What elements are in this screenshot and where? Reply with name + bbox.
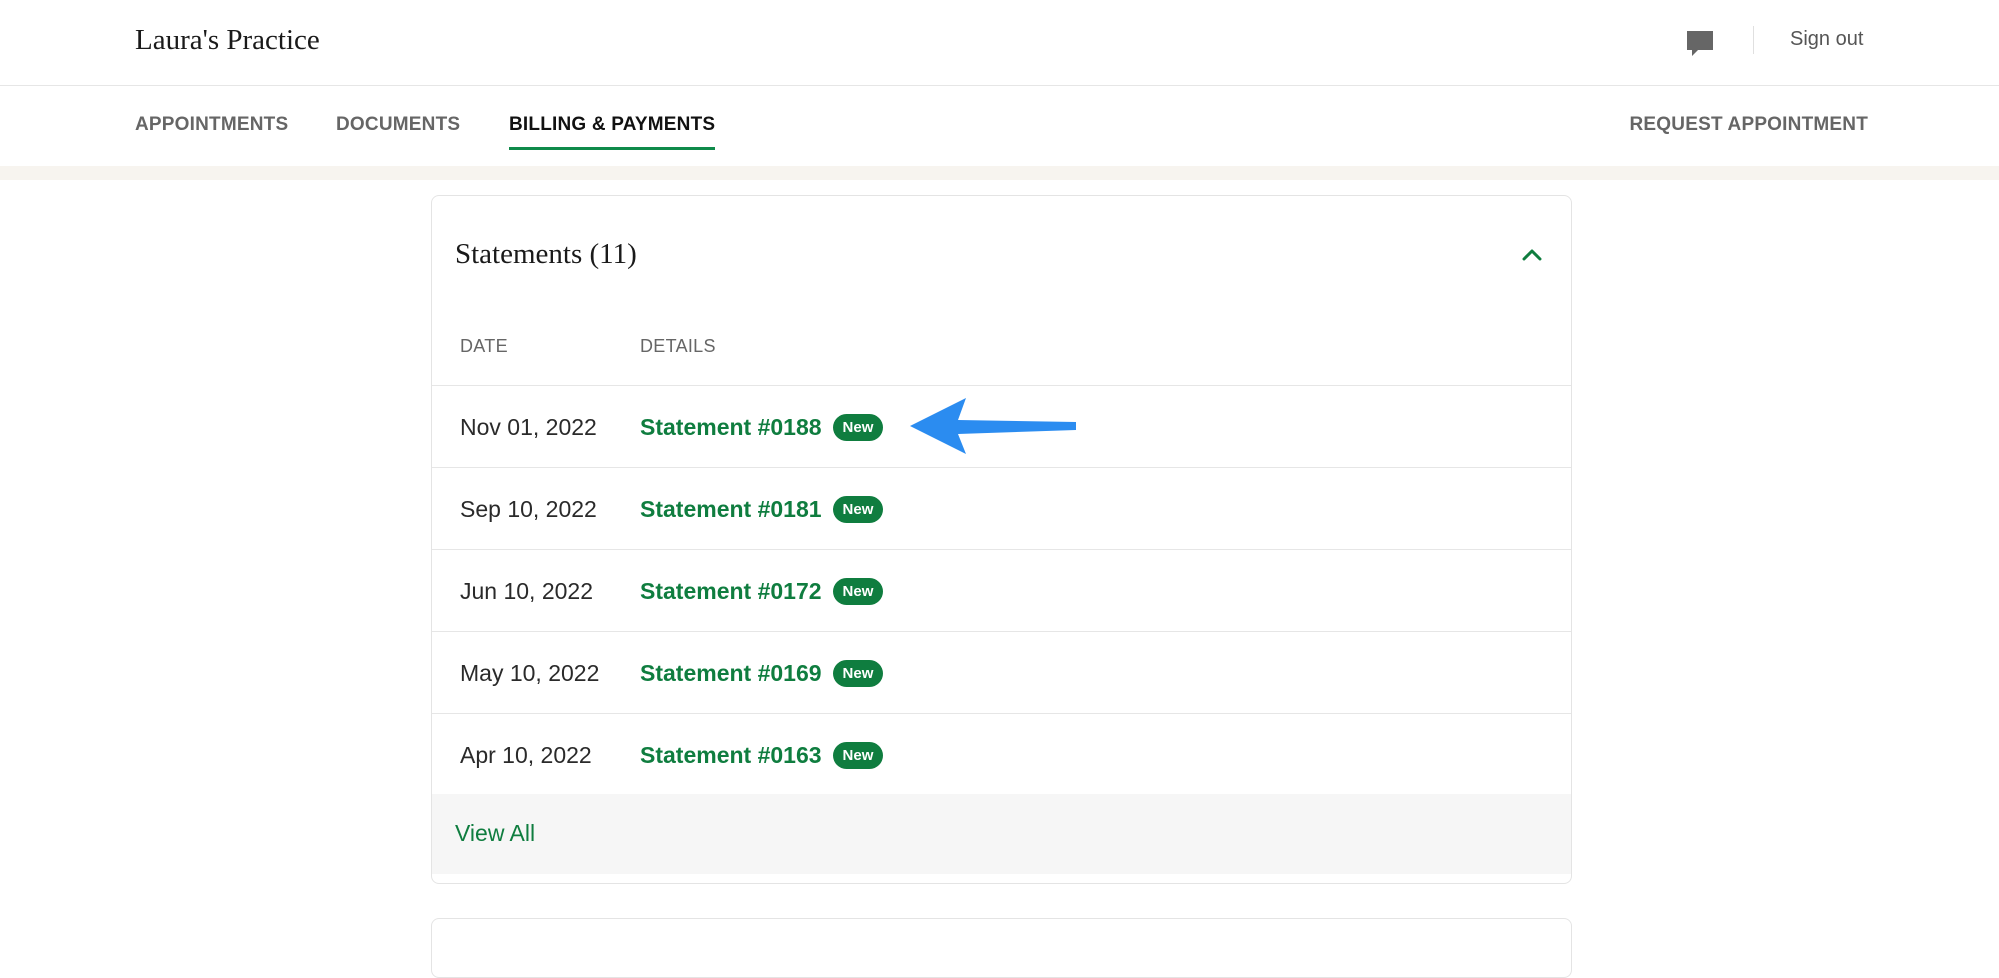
new-badge: New: [832, 742, 884, 769]
practice-name[interactable]: Laura's Practice: [135, 24, 320, 57]
view-all-link[interactable]: View All: [455, 820, 535, 847]
statement-link[interactable]: Statement #0163 New: [640, 742, 884, 769]
statement-label[interactable]: Statement #0181: [640, 496, 822, 523]
table-row: May 10, 2022 Statement #0169 New: [432, 631, 1571, 713]
statement-date: Sep 10, 2022: [460, 496, 597, 522]
main-nav: APPOINTMENTS DOCUMENTS BILLING & PAYMENT…: [0, 86, 1999, 166]
table-row: Apr 10, 2022 Statement #0163 New: [432, 713, 1571, 795]
statement-link[interactable]: Statement #0181 New: [640, 496, 884, 523]
statement-date: Apr 10, 2022: [460, 742, 592, 768]
chevron-up-icon[interactable]: [1519, 242, 1545, 268]
statements-footer: View All: [432, 794, 1571, 874]
chat-bubble-icon[interactable]: [1684, 28, 1716, 60]
header-divider: [1753, 26, 1754, 54]
statement-label[interactable]: Statement #0188: [640, 414, 822, 441]
table-row: Sep 10, 2022 Statement #0181 New: [432, 467, 1571, 549]
new-badge: New: [832, 496, 884, 523]
new-badge: New: [832, 660, 884, 687]
statement-date: Nov 01, 2022: [460, 414, 597, 440]
new-badge: New: [832, 414, 884, 441]
statement-link[interactable]: Statement #0188 New: [640, 414, 884, 441]
column-header-details: DETAILS: [640, 336, 716, 356]
sign-out-link[interactable]: Sign out: [1790, 28, 1863, 51]
column-header-date: DATE: [460, 336, 508, 356]
statement-link[interactable]: Statement #0172 New: [640, 578, 884, 605]
blue-arrow-icon: [910, 398, 1076, 454]
statement-label[interactable]: Statement #0172: [640, 578, 822, 605]
request-appointment-link[interactable]: REQUEST APPOINTMENT: [1630, 114, 1869, 136]
statements-title: Statements (11): [455, 238, 637, 270]
tab-billing-payments[interactable]: BILLING & PAYMENTS: [509, 114, 716, 150]
statement-date: May 10, 2022: [460, 660, 600, 686]
statement-label[interactable]: Statement #0169: [640, 660, 822, 687]
new-badge: New: [832, 578, 884, 605]
tab-documents[interactable]: DOCUMENTS: [336, 114, 460, 147]
top-header: Laura's Practice Sign out: [0, 0, 1999, 86]
statement-date: Jun 10, 2022: [460, 578, 594, 604]
tab-appointments[interactable]: APPOINTMENTS: [135, 114, 288, 147]
statement-label[interactable]: Statement #0163: [640, 742, 822, 769]
statement-link[interactable]: Statement #0169 New: [640, 660, 884, 687]
content-band: [0, 166, 1999, 180]
next-section-card: [431, 918, 1572, 978]
statements-card: Statements (11) DATE DETAILS Nov 01, 202…: [431, 195, 1572, 884]
table-row: Jun 10, 2022 Statement #0172 New: [432, 549, 1571, 631]
